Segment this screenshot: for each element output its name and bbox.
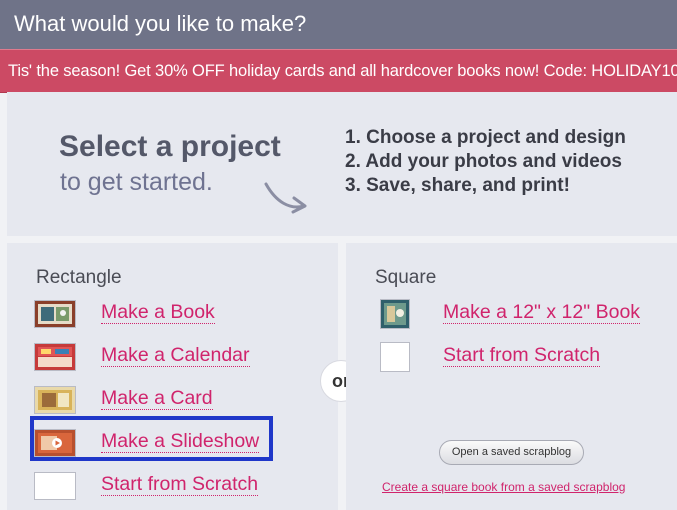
intro-panel: Select a project to get started. 1. Choo… — [7, 92, 677, 236]
calendar-thumbnail-icon — [34, 343, 76, 371]
square-heading: Square — [375, 267, 437, 288]
make-slideshow-label[interactable]: Make a Slideshow — [101, 430, 260, 453]
square-blank-thumbnail-icon — [380, 342, 410, 372]
square-panel: Square — [346, 243, 677, 510]
make-12x12-book-option[interactable]: Make a 12" x 12" Book — [376, 296, 656, 332]
intro-title: Select a project — [59, 130, 281, 163]
make-slideshow-option[interactable]: Make a Slideshow — [34, 425, 274, 461]
step-2: 2. Add your photos and videos — [345, 151, 622, 172]
make-12x12-book-label[interactable]: Make a 12" x 12" Book — [443, 301, 641, 324]
square-start-from-scratch-label[interactable]: Start from Scratch — [443, 344, 601, 367]
make-card-label[interactable]: Make a Card — [101, 387, 213, 410]
square-start-from-scratch-option[interactable]: Start from Scratch — [376, 339, 656, 375]
make-book-option[interactable]: Make a Book — [34, 296, 274, 332]
open-saved-scrapblog-button[interactable]: Open a saved scrapblog — [439, 440, 584, 465]
blank-thumbnail-icon — [34, 472, 76, 500]
page-title: What would you like to make? — [14, 11, 307, 36]
make-card-option[interactable]: Make a Card — [34, 382, 274, 418]
promo-banner[interactable]: Tis' the season! Get 30% OFF holiday car… — [0, 49, 677, 93]
rectangle-start-from-scratch-option[interactable]: Start from Scratch — [34, 468, 274, 504]
intro-subtitle: to get started. — [60, 168, 213, 196]
card-thumbnail-icon — [34, 386, 76, 414]
rectangle-start-from-scratch-label[interactable]: Start from Scratch — [101, 473, 259, 496]
create-square-book-link[interactable]: Create a square book from a saved scrapb… — [382, 480, 625, 494]
make-calendar-option[interactable]: Make a Calendar — [34, 339, 274, 375]
square-book-thumbnail-icon — [380, 299, 410, 329]
steps-list: 1. Choose a project and design 2. Add yo… — [345, 126, 626, 198]
book-thumbnail-icon — [34, 300, 76, 328]
rectangle-heading: Rectangle — [36, 267, 122, 288]
step-3: 3. Save, share, and print! — [345, 175, 570, 196]
header-bar: What would you like to make? — [0, 0, 677, 52]
step-1: 1. Choose a project and design — [345, 127, 626, 148]
curved-arrow-icon — [264, 182, 307, 214]
slideshow-thumbnail-icon — [34, 429, 76, 457]
make-calendar-label[interactable]: Make a Calendar — [101, 344, 250, 367]
make-book-label[interactable]: Make a Book — [101, 301, 215, 324]
